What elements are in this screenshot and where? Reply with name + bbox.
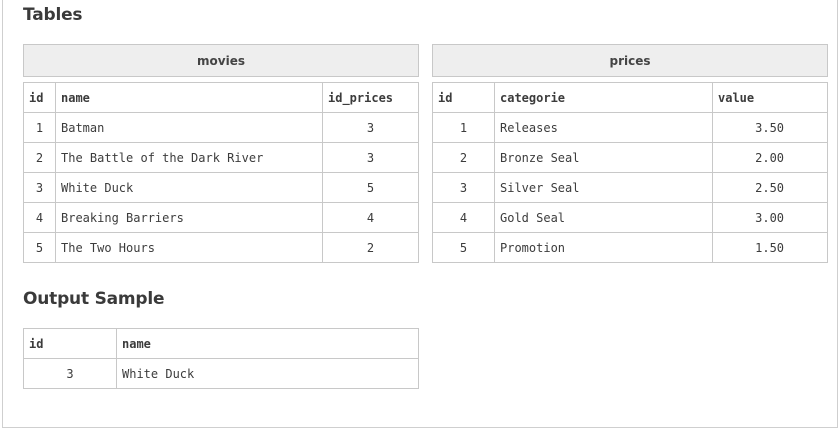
prices-col-categorie: categorie — [494, 82, 713, 113]
output-cell-name: White Duck — [116, 358, 419, 389]
prices-cell-value: 1.50 — [711, 232, 829, 263]
movies-table-title: movies — [23, 44, 419, 77]
table-row: 1 Batman 3 — [23, 112, 419, 143]
movies-cell-name: The Battle of the Dark River — [55, 142, 323, 173]
table-row: 5 Promotion 1.50 — [432, 232, 829, 263]
prices-cell-value: 2.50 — [711, 172, 829, 203]
tables-heading: Tables — [23, 5, 83, 25]
prices-cell-categorie: Promotion — [494, 232, 713, 263]
movies-col-id-prices: id_prices — [322, 82, 419, 113]
prices-cell-categorie: Gold Seal — [494, 202, 713, 233]
movies-cell-name: Batman — [55, 112, 323, 143]
prices-table-title: prices — [431, 44, 829, 77]
movies-cell-name: The Two Hours — [55, 232, 323, 263]
movies-cell-id-prices: 2 — [322, 232, 419, 263]
movies-cell-id-prices: 5 — [322, 172, 419, 203]
table-row: 3 Silver Seal 2.50 — [432, 172, 829, 203]
table-row: 1 Releases 3.50 — [432, 112, 829, 143]
prices-cell-categorie: Releases — [494, 112, 713, 143]
prices-cell-categorie: Silver Seal — [494, 172, 713, 203]
movies-cell-id-prices: 4 — [322, 202, 419, 233]
prices-cell-value: 3.00 — [711, 202, 829, 233]
prices-cell-value: 2.00 — [711, 142, 829, 173]
prices-cell-categorie: Bronze Seal — [494, 142, 713, 173]
prices-cell-id: 1 — [432, 112, 495, 143]
movies-cell-name: Breaking Barriers — [55, 202, 323, 233]
prices-cell-id: 4 — [432, 202, 495, 233]
movies-col-id: id — [23, 82, 56, 113]
table-row: 2 Bronze Seal 2.00 — [432, 142, 829, 173]
prices-cell-value: 3.50 — [711, 112, 829, 143]
output-sample-heading: Output Sample — [23, 289, 165, 309]
output-cell-id: 3 — [23, 358, 117, 389]
movies-cell-name: White Duck — [55, 172, 323, 203]
movies-cell-id: 1 — [23, 112, 56, 143]
prices-col-id: id — [432, 82, 495, 113]
table-row: 2 The Battle of the Dark River 3 — [23, 142, 419, 173]
movies-cell-id: 3 — [23, 172, 56, 203]
prices-col-value: value — [711, 82, 829, 113]
table-row: 4 Breaking Barriers 4 — [23, 202, 419, 233]
table-row: 5 The Two Hours 2 — [23, 232, 419, 263]
movies-cell-id: 2 — [23, 142, 56, 173]
table-row: 3 White Duck — [23, 358, 419, 389]
output-col-id: id — [23, 328, 117, 359]
movies-cell-id: 4 — [23, 202, 56, 233]
prices-cell-id: 2 — [432, 142, 495, 173]
prices-cell-id: 5 — [432, 232, 495, 263]
output-sample-table: id name 3 White Duck — [23, 328, 419, 389]
prices-table: prices id categorie value 1 Releases 3.5… — [431, 44, 829, 263]
movies-cell-id: 5 — [23, 232, 56, 263]
movies-cell-id-prices: 3 — [322, 112, 419, 143]
movies-table: movies id name id_prices 1 Batman 3 2 Th… — [23, 44, 419, 263]
output-col-name: name — [116, 328, 419, 359]
table-row: 3 White Duck 5 — [23, 172, 419, 203]
movies-col-name: name — [55, 82, 323, 113]
table-row: 4 Gold Seal 3.00 — [432, 202, 829, 233]
movies-cell-id-prices: 3 — [322, 142, 419, 173]
prices-cell-id: 3 — [432, 172, 495, 203]
